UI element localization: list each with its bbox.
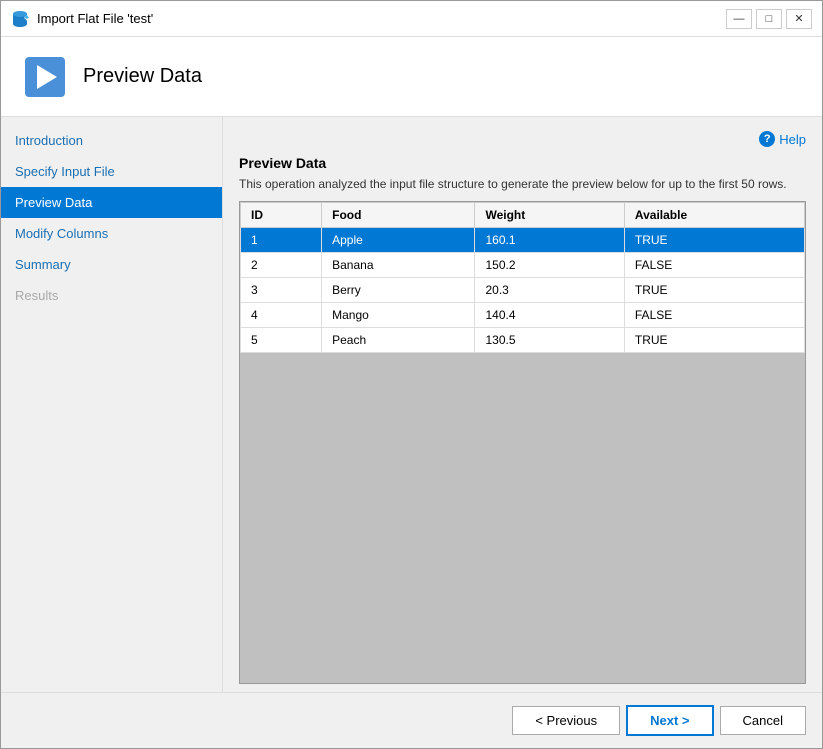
table-row[interactable]: 4Mango140.4FALSE (241, 303, 805, 328)
cell-food-4: Peach (322, 328, 475, 353)
col-header-weight: Weight (475, 203, 624, 228)
help-button[interactable]: ? Help (759, 131, 806, 147)
minimize-button[interactable]: — (726, 9, 752, 29)
sidebar-item-modify-columns[interactable]: Modify Columns (1, 218, 222, 249)
cell-weight-1: 150.2 (475, 253, 624, 278)
section-title: Preview Data (239, 155, 806, 171)
table-row[interactable]: 2Banana150.2FALSE (241, 253, 805, 278)
section-desc: This operation analyzed the input file s… (239, 177, 806, 191)
col-header-food: Food (322, 203, 475, 228)
app-icon (11, 10, 29, 28)
table-row[interactable]: 5Peach130.5TRUE (241, 328, 805, 353)
cell-available-1: FALSE (624, 253, 804, 278)
sidebar-item-introduction[interactable]: Introduction (1, 125, 222, 156)
header-icon (21, 53, 69, 101)
cell-weight-4: 130.5 (475, 328, 624, 353)
content-area: Introduction Specify Input File Preview … (1, 117, 822, 692)
table-header-row: ID Food Weight Available (241, 203, 805, 228)
main-content: ? Help Preview Data This operation analy… (223, 117, 822, 692)
sidebar: Introduction Specify Input File Preview … (1, 117, 223, 692)
cell-id-3: 4 (241, 303, 322, 328)
col-header-id: ID (241, 203, 322, 228)
maximize-button[interactable]: □ (756, 9, 782, 29)
cell-id-0: 1 (241, 228, 322, 253)
sidebar-item-results: Results (1, 280, 222, 311)
cell-id-2: 3 (241, 278, 322, 303)
help-icon: ? (759, 131, 775, 147)
previous-button[interactable]: < Previous (512, 706, 620, 735)
cell-weight-0: 160.1 (475, 228, 624, 253)
sidebar-item-specify-input-file[interactable]: Specify Input File (1, 156, 222, 187)
cell-food-2: Berry (322, 278, 475, 303)
cell-weight-2: 20.3 (475, 278, 624, 303)
header: Preview Data (1, 37, 822, 117)
cell-food-3: Mango (322, 303, 475, 328)
cell-food-0: Apple (322, 228, 475, 253)
cell-available-2: TRUE (624, 278, 804, 303)
preview-table: ID Food Weight Available 1Apple160.1TRUE… (240, 202, 805, 353)
main-window: Import Flat File 'test' — □ ✕ Preview Da… (0, 0, 823, 749)
window-controls: — □ ✕ (726, 9, 812, 29)
table-body: 1Apple160.1TRUE2Banana150.2FALSE3Berry20… (241, 228, 805, 353)
table-row[interactable]: 1Apple160.1TRUE (241, 228, 805, 253)
cancel-button[interactable]: Cancel (720, 706, 806, 735)
window-title: Import Flat File 'test' (37, 11, 726, 26)
sidebar-item-preview-data[interactable]: Preview Data (1, 187, 222, 218)
footer: < Previous Next > Cancel (1, 692, 822, 748)
header-title: Preview Data (83, 65, 202, 88)
cell-id-4: 5 (241, 328, 322, 353)
col-header-available: Available (624, 203, 804, 228)
cell-id-1: 2 (241, 253, 322, 278)
help-label: Help (779, 132, 806, 147)
help-area: ? Help (239, 131, 806, 147)
sidebar-item-summary[interactable]: Summary (1, 249, 222, 280)
cell-food-1: Banana (322, 253, 475, 278)
cell-weight-3: 140.4 (475, 303, 624, 328)
cell-available-0: TRUE (624, 228, 804, 253)
cell-available-3: FALSE (624, 303, 804, 328)
next-button[interactable]: Next > (626, 705, 713, 736)
title-bar: Import Flat File 'test' — □ ✕ (1, 1, 822, 37)
table-row[interactable]: 3Berry20.3TRUE (241, 278, 805, 303)
table-container: ID Food Weight Available 1Apple160.1TRUE… (239, 201, 806, 684)
close-button[interactable]: ✕ (786, 9, 812, 29)
cell-available-4: TRUE (624, 328, 804, 353)
